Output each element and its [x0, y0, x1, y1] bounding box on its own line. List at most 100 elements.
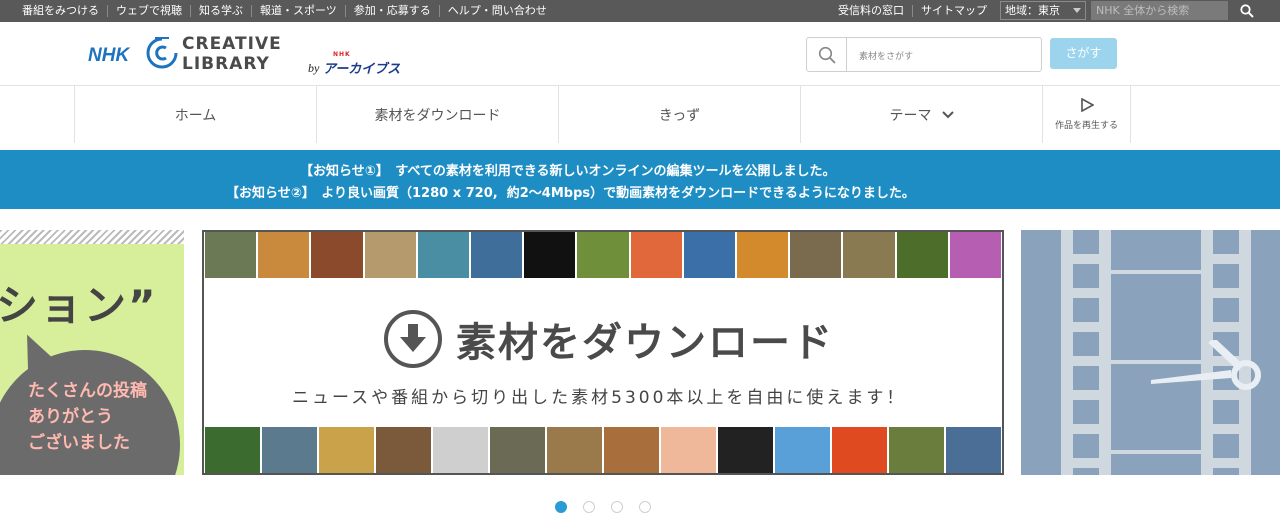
logo-archives-nhk: NHK	[333, 51, 351, 58]
search-icon	[818, 46, 836, 64]
main-nav: ホーム 素材をダウンロード きっず テーマ 作品を再生する	[74, 86, 1131, 143]
nav-item-download[interactable]: 素材をダウンロード	[317, 86, 559, 143]
global-search-input[interactable]: NHK 全体から検索	[1091, 1, 1228, 20]
film-frame-line	[1111, 450, 1201, 454]
carousel-dots	[555, 501, 651, 513]
search-icon-box	[807, 38, 847, 71]
photo-thumb	[946, 427, 1001, 473]
topbar-right-links: 受信料の窓口 サイトマップ	[830, 0, 995, 22]
bubble-line: ございました	[28, 433, 130, 453]
topbar-link-participate[interactable]: 参加・応募する	[344, 5, 439, 17]
photo-thumb	[547, 427, 602, 473]
announcement-banner: 【お知らせ①】 すべての素材を利用できる新しいオンラインの編集ツールを公開しまし…	[0, 150, 1280, 209]
announcement-line-1[interactable]: 【お知らせ①】 すべての素材を利用できる新しいオンラインの編集ツールを公開しまし…	[300, 160, 836, 179]
photo-thumb	[889, 427, 944, 473]
topbar-link-find[interactable]: 番組をみつける	[0, 5, 107, 17]
photo-thumb	[630, 232, 682, 278]
nav-item-label: テーマ	[889, 107, 932, 124]
material-search-field[interactable]: 素材をさがす	[806, 37, 1042, 72]
photo-thumb	[832, 427, 887, 473]
logo-line-library: LIBRARY	[182, 54, 270, 74]
logo-by: by	[308, 61, 320, 75]
photo-thumb	[718, 427, 773, 473]
topbar-left-links: 番組をみつける ウェブで視聴 知る学ぶ 報道・スポーツ 参加・応募する ヘルプ・…	[0, 0, 555, 22]
chevron-down-icon	[941, 110, 954, 118]
photo-thumb	[896, 232, 948, 278]
nav-item-play[interactable]: 作品を再生する	[1043, 86, 1131, 143]
slide-subtitle: ニュースや番組から切り出した素材5300本以上を自由に使えます！	[292, 388, 907, 408]
carousel-slide-prev[interactable]: ション” たくさんの投稿 ありがとう ございました	[0, 230, 184, 475]
slide-prev-title: ション”	[0, 281, 158, 330]
photo-thumb	[311, 232, 363, 278]
download-circle	[384, 310, 442, 368]
film-strip	[1061, 230, 1111, 475]
photo-thumb	[775, 427, 830, 473]
carousel-slide-current[interactable]: 素材をダウンロード ニュースや番組から切り出した素材5300本以上を自由に使えま…	[202, 230, 1004, 475]
photo-strip-bottom	[204, 427, 1002, 473]
photo-strip-top	[204, 232, 1002, 278]
site-header: NHK CREATIVE LIBRARY by NHK アーカイブス 素材をさが…	[0, 22, 1280, 86]
topbar-link-watch[interactable]: ウェブで視聴	[107, 5, 190, 17]
topbar-link-help[interactable]: ヘルプ・問い合わせ	[438, 5, 555, 17]
speech-bubble-text: たくさんの投稿 ありがとう ございました	[28, 378, 147, 456]
nav-item-theme[interactable]: テーマ	[801, 86, 1043, 143]
topbar-link-sitemap[interactable]: サイトマップ	[912, 5, 995, 17]
photo-thumb	[949, 232, 1002, 278]
carousel-dot-1[interactable]	[555, 501, 567, 513]
film-holes	[1073, 230, 1099, 475]
logo-nhk[interactable]: NHK	[88, 45, 129, 67]
stripe-border	[0, 230, 184, 244]
download-arrow-icon	[400, 324, 426, 352]
photo-thumb	[471, 232, 523, 278]
announcement-line-2[interactable]: 【お知らせ②】 より良い画質（1280 x 720, 約2〜4Mbps）で動画素…	[226, 182, 915, 201]
nav-item-home[interactable]: ホーム	[75, 86, 317, 143]
region-select[interactable]: 地域：東京	[1000, 1, 1086, 20]
photo-thumb	[262, 427, 317, 473]
photo-thumb	[683, 232, 736, 278]
logo-line-creative: CREATIVE	[182, 34, 282, 54]
photo-thumb	[417, 232, 470, 278]
logo-archives[interactable]: アーカイブス	[323, 58, 400, 77]
nav-item-kids[interactable]: きっず	[559, 86, 801, 143]
photo-thumb	[319, 427, 374, 473]
photo-thumb	[205, 232, 257, 278]
carousel-dot-3[interactable]	[611, 501, 623, 513]
photo-thumb	[258, 232, 310, 278]
nav-item-label: きっず	[658, 107, 701, 124]
nav-play-label: 作品を再生する	[1054, 121, 1118, 131]
nav-item-label: 素材をダウンロード	[374, 107, 501, 124]
carousel-dot-4[interactable]	[639, 501, 651, 513]
photo-thumb	[364, 232, 416, 278]
material-search-input[interactable]: 素材をさがす	[859, 49, 913, 62]
bubble-line: ありがとう	[28, 407, 113, 427]
region-select-value: 地域：東京	[1005, 4, 1060, 17]
topbar-link-fee[interactable]: 受信料の窓口	[830, 5, 912, 17]
scissors-icon	[1151, 340, 1261, 390]
photo-thumb	[737, 232, 789, 278]
topbar-link-news[interactable]: 報道・スポーツ	[251, 5, 345, 17]
photo-thumb	[577, 232, 629, 278]
carousel-slide-next[interactable]	[1021, 230, 1280, 475]
logo-c-icon	[146, 37, 178, 69]
nav-item-label: ホーム	[174, 107, 217, 124]
play-icon	[1080, 98, 1094, 112]
photo-thumb	[376, 427, 431, 473]
photo-thumb	[490, 427, 545, 473]
photo-thumb	[790, 232, 842, 278]
global-topbar: 番組をみつける ウェブで視聴 知る学ぶ 報道・スポーツ 参加・応募する ヘルプ・…	[0, 0, 1280, 22]
logo-creative-library[interactable]: CREATIVE LIBRARY	[182, 34, 282, 74]
bubble-line: たくさんの投稿	[28, 381, 147, 401]
slide-title: 素材をダウンロード	[456, 320, 834, 366]
photo-thumb	[205, 427, 260, 473]
photo-thumb	[661, 427, 716, 473]
carousel-dot-2[interactable]	[583, 501, 595, 513]
search-icon	[1240, 4, 1254, 18]
chevron-down-icon	[1073, 8, 1081, 13]
material-search-button[interactable]: さがす	[1050, 38, 1117, 69]
topbar-link-learn[interactable]: 知る学ぶ	[190, 5, 251, 17]
film-frame-line	[1111, 270, 1201, 274]
photo-thumb	[433, 427, 488, 473]
global-search-button[interactable]	[1230, 0, 1280, 22]
photo-thumb	[843, 232, 895, 278]
photo-thumb	[604, 427, 659, 473]
